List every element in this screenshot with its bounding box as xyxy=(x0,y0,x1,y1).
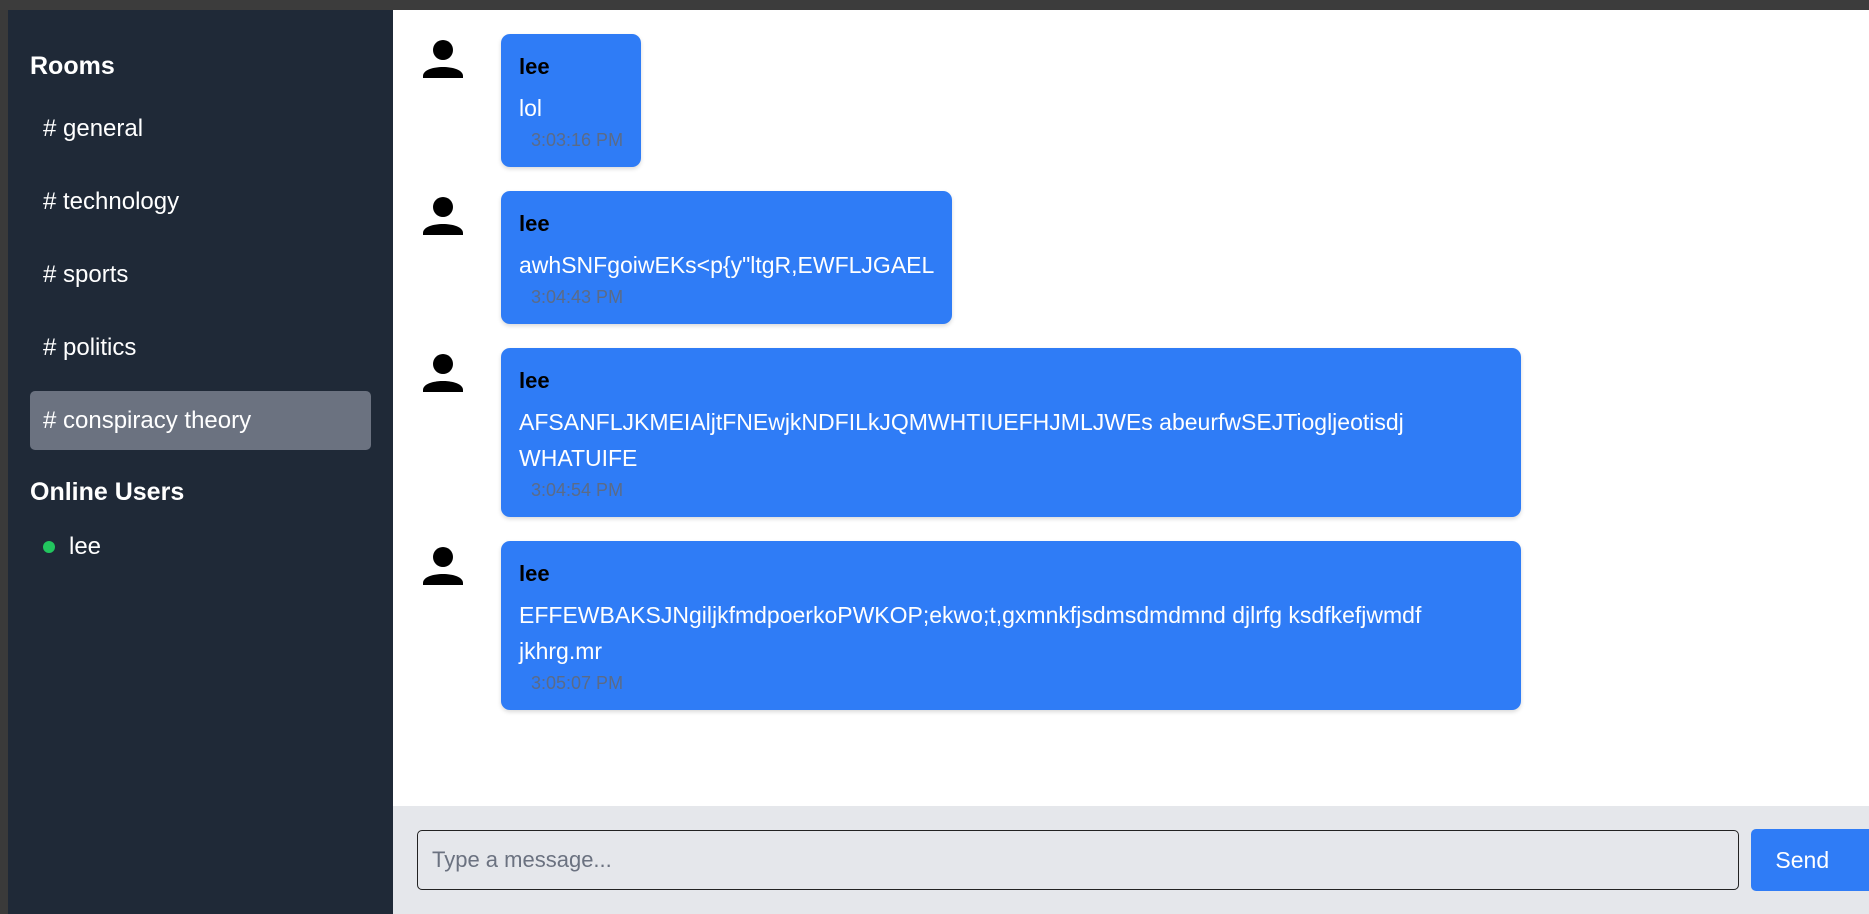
user-avatar-icon xyxy=(423,197,463,235)
browser-top-strip xyxy=(0,0,1869,10)
room-item-politics[interactable]: # politics xyxy=(30,318,371,377)
rooms-heading: Rooms xyxy=(30,52,115,80)
message-text: AFSANFLJKMEIAljtFNEwjkNDFILkJQMWHTIUEFHJ… xyxy=(519,409,1404,471)
message-timestamp: 3:03:16 PM xyxy=(531,130,624,150)
room-item-general[interactable]: # general xyxy=(30,99,371,158)
user-avatar-icon xyxy=(423,40,463,78)
online-status-dot xyxy=(43,541,55,553)
sidebar: Rooms # general # technology # sports # … xyxy=(8,10,393,914)
message-sender: lee xyxy=(519,561,550,586)
message-bubble: lee awhSNFgoiwEKs<p{y"ltgR,EWFLJGAEL 3:0… xyxy=(501,191,953,324)
user-avatar-icon xyxy=(423,354,463,392)
room-item-sports[interactable]: # sports xyxy=(30,245,371,304)
message-composer: Send xyxy=(393,806,1869,914)
online-user-item: lee xyxy=(30,525,371,569)
message-list[interactable]: lee lol 3:03:16 PM lee awhSNFgoiwEKs<p{y… xyxy=(393,10,1869,804)
message-text: awhSNFgoiwEKs<p{y"ltgR,EWFLJGAEL xyxy=(519,252,935,278)
message-bubble: lee AFSANFLJKMEIAljtFNEwjkNDFILkJQMWHTIU… xyxy=(501,348,1521,517)
chat-app: Rooms # general # technology # sports # … xyxy=(8,10,1869,914)
chat-main: lee lol 3:03:16 PM lee awhSNFgoiwEKs<p{y… xyxy=(393,10,1869,914)
message-input[interactable] xyxy=(417,830,1740,890)
message-sender: lee xyxy=(519,54,550,79)
message-item: lee lol 3:03:16 PM xyxy=(419,34,1869,167)
window-frame: Rooms # general # technology # sports # … xyxy=(0,0,1869,914)
room-item-conspiracy-theory[interactable]: # conspiracy theory xyxy=(30,391,371,450)
message-sender: lee xyxy=(519,368,550,393)
send-button[interactable]: Send xyxy=(1751,829,1869,891)
online-user-name: lee xyxy=(69,533,102,560)
message-bubble: lee EFFEWBAKSJNgiljkfmdpoerkoPWKOP;ekwo;… xyxy=(501,541,1521,710)
message-item: lee AFSANFLJKMEIAljtFNEwjkNDFILkJQMWHTIU… xyxy=(419,348,1869,517)
room-list: # general # technology # sports # politi… xyxy=(30,99,371,450)
message-timestamp: 3:04:54 PM xyxy=(531,480,624,500)
message-item: lee awhSNFgoiwEKs<p{y"ltgR,EWFLJGAEL 3:0… xyxy=(419,191,1869,324)
message-item: lee EFFEWBAKSJNgiljkfmdpoerkoPWKOP;ekwo;… xyxy=(419,541,1869,710)
user-avatar-icon xyxy=(423,547,463,585)
message-text: EFFEWBAKSJNgiljkfmdpoerkoPWKOP;ekwo;t,gx… xyxy=(519,602,1422,664)
message-text: lol xyxy=(519,95,543,121)
message-timestamp: 3:04:43 PM xyxy=(531,287,624,307)
message-sender: lee xyxy=(519,211,550,236)
room-item-technology[interactable]: # technology xyxy=(30,172,371,231)
online-users-heading: Online Users xyxy=(30,478,185,506)
message-bubble: lee lol 3:03:16 PM xyxy=(501,34,642,167)
message-timestamp: 3:05:07 PM xyxy=(531,673,624,693)
